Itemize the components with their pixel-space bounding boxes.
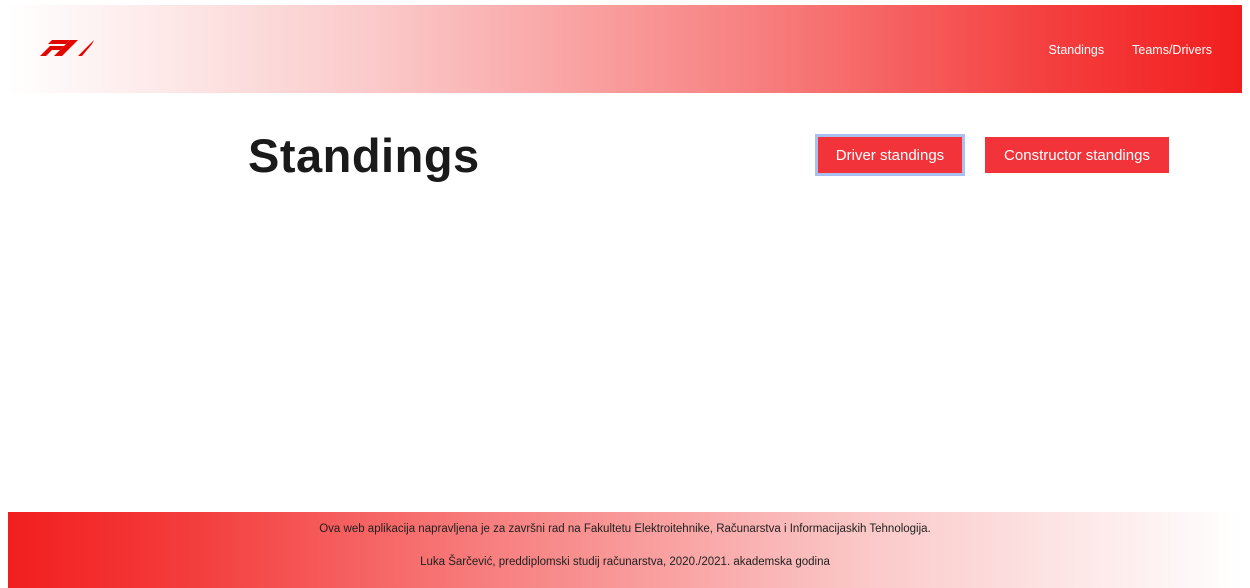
- footer-author: Luka Šarčević, preddiplomski studij raču…: [420, 556, 830, 568]
- constructor-standings-button[interactable]: Constructor standings: [985, 137, 1169, 173]
- nav-link-standings[interactable]: Standings: [1049, 43, 1105, 57]
- page-title: Standings: [248, 129, 480, 182]
- nav-link-teams-drivers[interactable]: Teams/Drivers: [1132, 43, 1212, 57]
- f1-logo-icon[interactable]: [34, 40, 94, 56]
- header-bar: Standings Teams/Drivers: [8, 5, 1242, 93]
- driver-standings-button[interactable]: Driver standings: [815, 134, 965, 176]
- top-nav: Standings Teams/Drivers: [1049, 43, 1212, 57]
- page: Standings Teams/Drivers Standings Driver…: [0, 0, 1250, 588]
- footer-bar: Ova web aplikacija napravljena je za zav…: [8, 512, 1242, 588]
- footer-description: Ova web aplikacija napravljena je za zav…: [319, 523, 931, 535]
